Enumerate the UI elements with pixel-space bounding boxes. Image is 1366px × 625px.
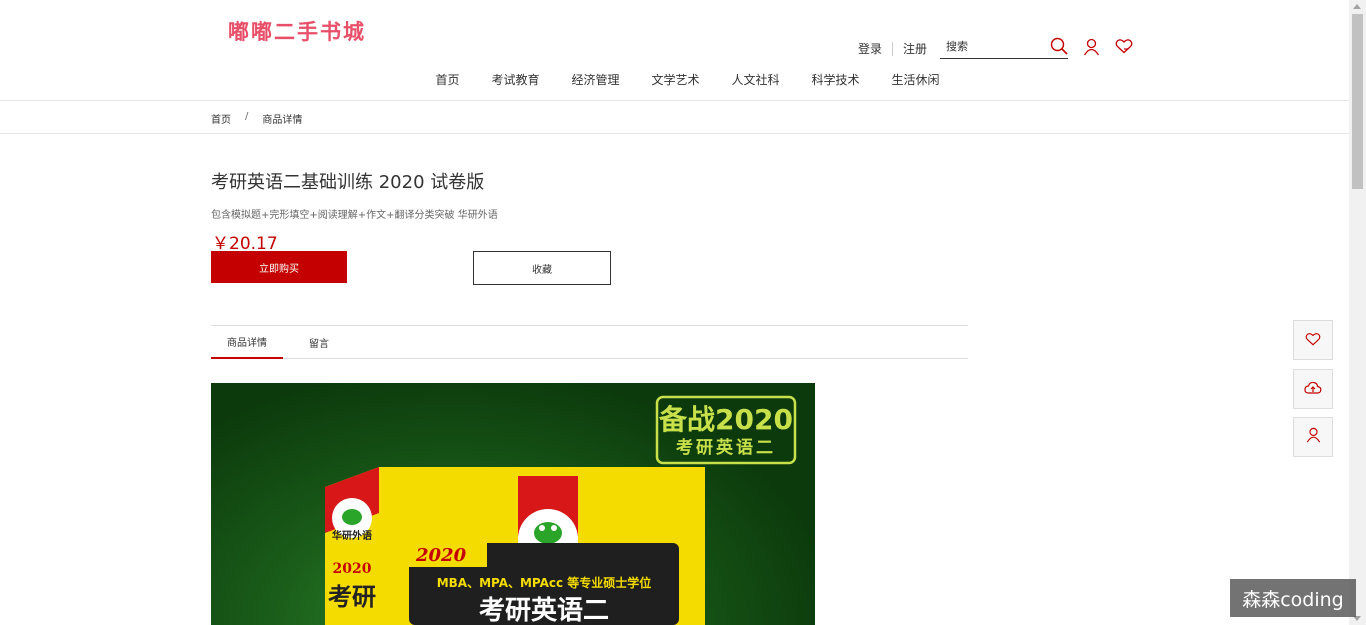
login-link[interactable]: 登录 — [858, 40, 882, 57]
breadcrumb-bar: 首页 / 商品详情 — [0, 100, 1349, 134]
nav-item-exam-education[interactable]: 考试教育 — [491, 71, 539, 88]
nav-item-science-tech[interactable]: 科学技术 — [812, 71, 860, 88]
vertical-scrollbar[interactable] — [1349, 0, 1366, 625]
nav-item-humanities[interactable]: 人文社科 — [732, 71, 780, 88]
breadcrumb: 首页 / 商品详情 — [211, 111, 302, 126]
cover-series: MBA、MPA、MPAcc 等专业硕士学位 — [437, 575, 652, 590]
breadcrumb-separator: / — [245, 111, 249, 122]
product-title: 考研英语二基础训练 2020 试卷版 — [211, 172, 485, 193]
page: 嘟嘟二手书城 登录 注册 首页 考试教育 经济管理 文学艺术 人文社科 科学技术… — [0, 0, 1349, 625]
nav-item-home[interactable]: 首页 — [435, 71, 459, 88]
divider — [892, 41, 894, 56]
spine-text: 考研 — [328, 582, 376, 611]
cover-title: 考研英语二 — [479, 596, 609, 625]
cover-year: 2020 — [415, 545, 467, 566]
badge-line1: 备战2020 — [658, 403, 793, 436]
tab-comments[interactable]: 留言 — [297, 326, 341, 359]
side-user-button[interactable] — [1293, 417, 1333, 457]
detail-tabs: 商品详情 留言 — [211, 325, 968, 359]
side-upload-button[interactable] — [1293, 369, 1333, 409]
product-image: 备战2020 考研英语二 华研外语 2020 考研 华研外语 2020 MBA、… — [211, 383, 815, 625]
search-box — [940, 35, 1068, 59]
scroll-up-arrow-icon[interactable] — [1353, 4, 1361, 9]
account-links: 登录 注册 — [858, 40, 927, 57]
heart-icon — [1305, 331, 1321, 350]
heart-icon[interactable] — [1115, 38, 1133, 58]
nav-item-lifestyle[interactable]: 生活休闲 — [892, 71, 940, 88]
buy-now-button[interactable]: 立即购买 — [211, 251, 347, 283]
site-logo[interactable]: 嘟嘟二手书城 — [228, 16, 366, 46]
breadcrumb-home[interactable]: 首页 — [211, 111, 231, 126]
category-nav: 首页 考试教育 经济管理 文学艺术 人文社科 科学技术 生活休闲 — [0, 71, 1349, 88]
product-subtitle: 包含模拟题+完形填空+阅读理解+作文+翻译分类突破 华研外语 — [211, 210, 498, 221]
nav-item-literature-art[interactable]: 文学艺术 — [651, 71, 699, 88]
tab-product-detail[interactable]: 商品详情 — [211, 326, 283, 359]
search-icon[interactable] — [1050, 37, 1068, 59]
user-icon — [1306, 427, 1321, 447]
side-favorites-button[interactable] — [1293, 320, 1333, 360]
watermark: 森森coding — [1230, 579, 1356, 617]
favorite-button[interactable]: 收藏 — [473, 251, 611, 285]
spine-year: 2020 — [333, 561, 372, 577]
nav-item-economics-management[interactable]: 经济管理 — [571, 71, 619, 88]
cloud-upload-icon — [1304, 380, 1322, 399]
search-input[interactable] — [940, 35, 1040, 58]
user-icon[interactable] — [1083, 38, 1100, 60]
breadcrumb-current: 商品详情 — [262, 115, 303, 126]
scrollbar-thumb[interactable] — [1352, 14, 1363, 189]
badge-line2: 考研英语二 — [675, 437, 776, 458]
register-link[interactable]: 注册 — [903, 40, 927, 57]
spine-publisher: 华研外语 — [332, 529, 372, 542]
